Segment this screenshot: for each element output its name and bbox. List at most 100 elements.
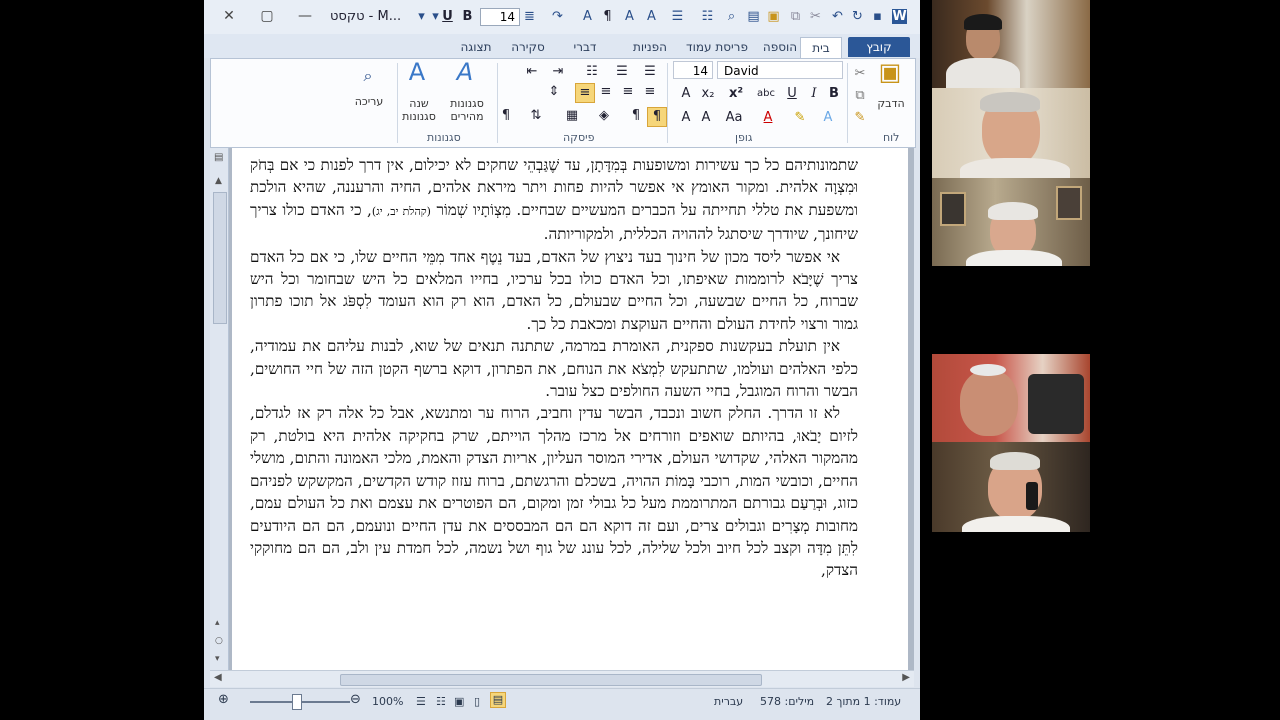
underline-button[interactable]: U — [440, 9, 455, 24]
view-reading-icon[interactable]: ▯ — [474, 695, 480, 708]
font-color-icon[interactable]: A — [759, 109, 777, 127]
maximize-icon[interactable]: ▢ — [258, 8, 276, 24]
indent-icon[interactable]: ⇥ — [549, 63, 567, 81]
tab-insert[interactable]: הוספה — [762, 37, 798, 57]
horizontal-scrollbar[interactable]: ◀ ▶ — [210, 670, 914, 687]
tab-file[interactable]: קובץ — [848, 37, 910, 57]
multilevel-list-icon[interactable]: ☷ — [583, 63, 601, 81]
borders-icon[interactable]: ▦ — [563, 107, 581, 125]
font-size-dropdown[interactable]: 14 — [673, 61, 713, 79]
pilcrow-icon[interactable]: ¶ — [600, 9, 615, 24]
document-page[interactable]: שתמונותיהם כל כך עשירות ומשופעות בְּמִדָ… — [232, 148, 908, 670]
zoom-out-icon[interactable]: ⊖ — [350, 692, 361, 707]
list-icon[interactable]: ☰ — [670, 9, 685, 24]
binoculars-icon[interactable]: ⌕ — [359, 67, 377, 85]
numbered-list-icon[interactable]: ☷ — [700, 9, 715, 24]
minimize-icon[interactable]: — — [296, 8, 314, 24]
rtl-icon[interactable]: ¶ — [647, 107, 667, 127]
close-icon[interactable]: ✕ — [220, 8, 238, 24]
word-count[interactable]: מילים: 578 — [760, 695, 814, 708]
bold-icon[interactable]: B — [825, 85, 843, 103]
find-icon[interactable]: ⌕ — [724, 9, 739, 24]
quick-styles-icon[interactable]: A — [451, 60, 479, 91]
paragraph[interactable]: אין תועלת בעקשנות ספקנית, האומרת במרמה, … — [250, 335, 858, 402]
video-tile-participant-4[interactable] — [932, 354, 1090, 442]
prev-page-icon[interactable]: ▴ — [215, 618, 220, 628]
bullet-list-icon[interactable]: ☰ — [641, 63, 659, 81]
strikethrough-icon[interactable]: abc — [757, 85, 775, 103]
video-tile-participant-1[interactable] — [932, 0, 1090, 88]
view-outline-icon[interactable]: ☷ — [436, 695, 446, 708]
next-page-icon[interactable]: ▾ — [215, 654, 220, 664]
video-tile-participant-2[interactable] — [932, 88, 1090, 178]
view-print-layout-icon[interactable]: ▤ — [490, 692, 506, 708]
cut-icon[interactable]: ✂ — [808, 9, 823, 24]
italic-icon[interactable]: I — [805, 85, 823, 103]
justify-icon[interactable]: ≡ — [575, 83, 595, 103]
horizontal-scroll-thumb[interactable] — [340, 674, 762, 686]
zoom-level[interactable]: 100% — [372, 695, 403, 708]
tab-mailings[interactable]: דברי דואר — [560, 37, 610, 74]
change-styles-label[interactable]: שנה סגנונות — [397, 97, 441, 123]
view-web-icon[interactable]: ▣ — [454, 695, 464, 708]
tab-review[interactable]: סקירה — [508, 37, 548, 57]
redo-icon[interactable]: ↷ — [550, 9, 565, 24]
cut-icon[interactable]: ✂ — [851, 65, 869, 83]
vertical-scroll-thumb[interactable] — [213, 192, 227, 324]
zoom-slider-thumb[interactable] — [292, 694, 302, 710]
paragraph[interactable]: לא זו הדרך. החלק חשוב ונכבד, הבשר עדין ו… — [250, 402, 858, 581]
paragraph[interactable]: אי אפשר ליסד מכון של חינוך בעד ניצוץ של … — [250, 246, 858, 336]
tab-view[interactable]: תצוגה — [458, 37, 494, 57]
text-effects-icon[interactable]: A — [819, 109, 837, 127]
language-indicator[interactable]: עברית — [714, 695, 743, 708]
video-tile-participant-3[interactable] — [932, 178, 1090, 266]
change-styles-icon[interactable]: A — [403, 60, 431, 91]
superscript-icon[interactable]: x² — [727, 85, 745, 103]
bold-button[interactable]: B — [460, 9, 475, 24]
page-count[interactable]: עמוד: 1 מתוך 2 — [826, 695, 901, 708]
grow-font-icon[interactable]: A — [622, 9, 637, 24]
browse-object-icon[interactable]: ○ — [215, 636, 223, 646]
scroll-up-icon[interactable]: ▲ — [215, 176, 222, 186]
document-text[interactable]: שתמונותיהם כל כך עשירות ומשופעות בְּמִדָ… — [250, 154, 858, 582]
copy-icon[interactable]: ⧉ — [851, 87, 869, 105]
save-icon[interactable]: ▪ — [870, 9, 885, 24]
undo-icon[interactable]: ↶ — [830, 9, 845, 24]
editing-button-label[interactable]: עריכה — [349, 95, 389, 108]
numbered-list-icon[interactable]: ☰ — [613, 63, 631, 81]
align-icon[interactable]: ≣ — [522, 9, 537, 24]
document-icon[interactable]: ▤ — [746, 9, 761, 24]
paste-icon[interactable]: ▣ — [766, 9, 781, 24]
shrink-font-icon[interactable]: A — [697, 109, 715, 127]
line-spacing-icon[interactable]: ⇕ — [545, 83, 563, 101]
underline-icon[interactable]: U — [783, 85, 801, 103]
paragraph[interactable]: שתמונותיהם כל כך עשירות ומשופעות בְּמִדָ… — [250, 154, 858, 246]
clear-formatting-icon[interactable]: A — [677, 85, 695, 103]
style-name[interactable]: טקסט - M... — [330, 7, 401, 27]
quick-styles-label[interactable]: סגנונות מהירים — [441, 97, 493, 123]
dropdown-icon[interactable]: ▾ — [414, 9, 429, 24]
center-icon[interactable]: ≡ — [619, 83, 637, 101]
pilcrow-icon[interactable]: ¶ — [497, 107, 515, 125]
subscript-icon[interactable]: x₂ — [699, 85, 717, 103]
font-name-dropdown[interactable]: David — [717, 61, 843, 79]
change-case-icon[interactable]: Aa — [725, 109, 743, 127]
indent-icon[interactable]: ⇤ — [523, 63, 541, 81]
tab-references[interactable]: הפניות — [630, 37, 670, 57]
ltr-icon[interactable]: ¶ — [627, 107, 645, 125]
tab-page-layout[interactable]: פריסת עמוד — [684, 37, 750, 57]
refresh-icon[interactable]: ↻ — [850, 9, 865, 24]
ruler-icon[interactable]: ▤ — [214, 152, 223, 163]
scroll-right-icon[interactable]: ▶ — [902, 672, 910, 683]
video-tile-participant-5[interactable] — [932, 442, 1090, 532]
format-painter-icon[interactable]: ✎ — [851, 109, 869, 127]
text-effect-icon[interactable]: A — [580, 9, 595, 24]
clear-format-icon[interactable]: A — [644, 9, 659, 24]
align-right-icon[interactable]: ≡ — [641, 83, 659, 101]
paste-icon[interactable]: ▣ — [875, 60, 905, 93]
sort-az-icon[interactable]: ⇅ — [527, 107, 545, 125]
zoom-in-icon[interactable]: ⊕ — [218, 692, 229, 707]
grow-font-icon[interactable]: A — [677, 109, 695, 127]
highlight-icon[interactable]: ✎ — [791, 109, 809, 127]
copy-icon[interactable]: ⧉ — [788, 9, 803, 24]
